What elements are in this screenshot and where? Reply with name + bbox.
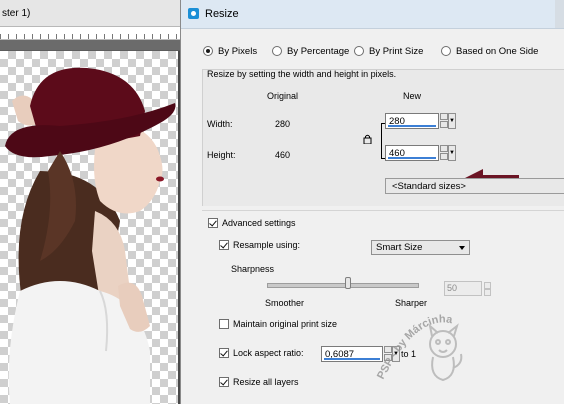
horizontal-ruler xyxy=(0,27,185,40)
ruler-strip xyxy=(0,40,185,50)
sharpness-label: Sharpness xyxy=(231,264,275,274)
title-bar-edge xyxy=(555,0,564,28)
new-height-spinner[interactable]: 460 ▼ xyxy=(385,145,456,161)
lock-aspect-checkbox[interactable] xyxy=(219,348,229,358)
radio-dot[interactable] xyxy=(203,46,213,56)
standard-sizes-dropdown[interactable]: <Standard sizes> xyxy=(385,178,564,194)
advanced-settings-label: Advanced settings xyxy=(222,218,296,228)
original-height-value: 460 xyxy=(275,150,291,160)
resample-label: Resample using: xyxy=(233,240,301,250)
spin-down-button[interactable] xyxy=(440,121,448,128)
resize-app-icon xyxy=(188,8,199,19)
new-width-input[interactable]: 280 xyxy=(385,113,439,129)
advanced-settings-checkbox[interactable] xyxy=(208,218,218,228)
resize-all-layers-checkbox[interactable] xyxy=(219,377,229,387)
section-divider xyxy=(202,210,564,211)
standard-sizes-value: <Standard sizes> xyxy=(392,181,466,192)
spin-up-button[interactable] xyxy=(440,145,448,152)
woman-with-hat-image xyxy=(5,67,176,404)
spin-up-button[interactable] xyxy=(440,113,448,120)
svg-text:PSP - by Márcinha: PSP - by Márcinha xyxy=(375,313,454,381)
image-editor-window: ster 1) xyxy=(0,0,185,404)
dropdown-arrow-icon[interactable]: ▼ xyxy=(448,145,456,161)
spin-up-button xyxy=(484,282,491,289)
resize-dialog: Resize By Pixels By Percentage By Print … xyxy=(180,0,564,404)
dialog-title-bar[interactable]: Resize xyxy=(181,0,564,29)
smoother-label: Smoother xyxy=(265,298,305,308)
radio-label: By Percentage xyxy=(287,45,350,57)
radio-label: Based on One Side xyxy=(456,45,539,57)
radio-based-on-one-side[interactable]: Based on One Side xyxy=(441,44,538,58)
resize-all-layers-label: Resize all layers xyxy=(233,377,299,387)
new-height-input[interactable]: 460 xyxy=(385,145,439,161)
radio-label: By Print Size xyxy=(369,45,424,57)
editor-title-text: ster 1) xyxy=(2,8,31,19)
new-width-spinner[interactable]: 280 ▼ xyxy=(385,113,456,129)
maintain-print-size-label: Maintain original print size xyxy=(233,319,338,329)
radio-by-print-size[interactable]: By Print Size xyxy=(354,44,423,58)
radio-label: By Pixels xyxy=(218,45,258,57)
lock-icon[interactable] xyxy=(363,134,372,145)
input-underline xyxy=(388,157,436,159)
new-column-header: New xyxy=(403,91,422,101)
resample-method-select[interactable]: Smart Size xyxy=(371,240,470,255)
maintain-print-size-checkbox[interactable] xyxy=(219,319,229,329)
resample-checkbox[interactable] xyxy=(219,240,229,250)
original-width-value: 280 xyxy=(275,119,291,129)
sharpness-slider-thumb[interactable] xyxy=(345,277,351,289)
dropdown-arrow-icon[interactable]: ▼ xyxy=(448,113,456,129)
height-label: Height: xyxy=(207,150,236,160)
chevron-down-icon xyxy=(459,246,465,250)
editor-title-bar: ster 1) xyxy=(0,0,185,27)
width-label: Width: xyxy=(207,119,233,129)
radio-dot[interactable] xyxy=(441,46,451,56)
psp-watermark-logo: PSP - by Márcinha xyxy=(375,313,463,382)
spin-down-button[interactable] xyxy=(440,153,448,160)
image-canvas[interactable] xyxy=(0,51,178,404)
radio-by-percentage[interactable]: By Percentage xyxy=(272,44,349,58)
resample-method-value: Smart Size xyxy=(376,242,423,253)
radio-by-pixels[interactable]: By Pixels xyxy=(203,44,257,58)
lock-aspect-label: Lock aspect ratio: xyxy=(233,348,304,358)
radio-dot[interactable] xyxy=(272,46,282,56)
sharpness-slider-track[interactable] xyxy=(267,283,419,288)
input-underline xyxy=(388,125,436,127)
dialog-title: Resize xyxy=(205,8,239,20)
cat-icon xyxy=(428,323,463,382)
radio-dot[interactable] xyxy=(354,46,364,56)
pixel-group-description: Resize by setting the width and height i… xyxy=(207,69,397,79)
original-column-header: Original xyxy=(267,91,299,101)
watermark-text: PSP - by Márcinha xyxy=(375,313,454,381)
